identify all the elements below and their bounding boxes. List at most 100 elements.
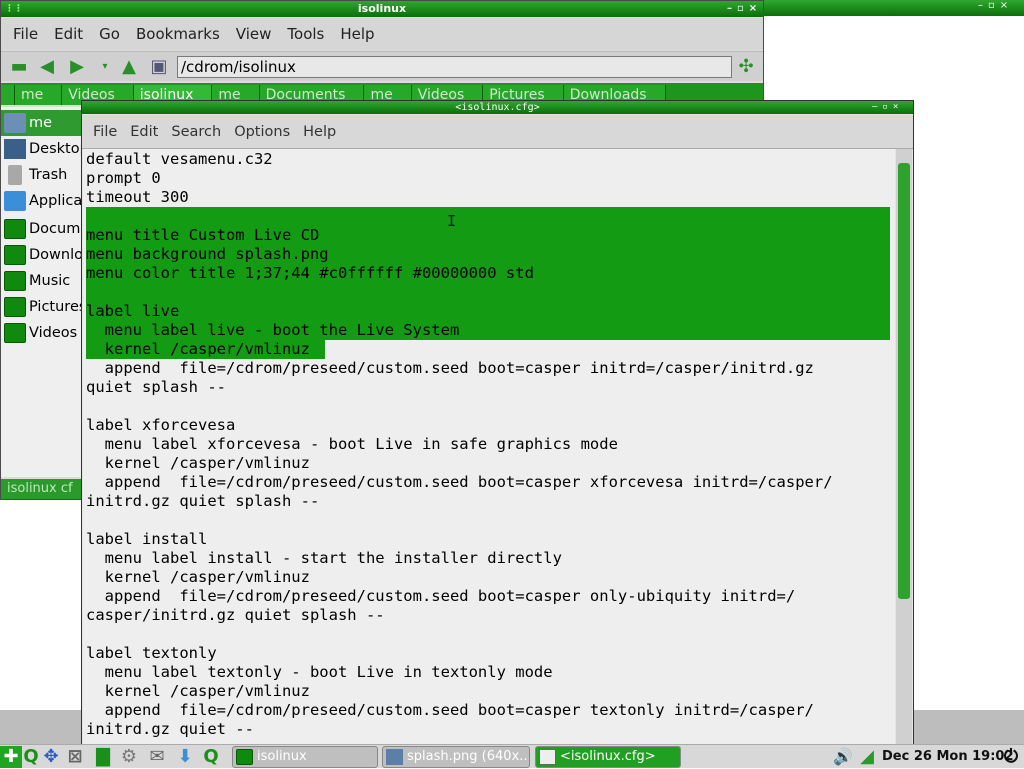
text-line: append file=/cdrom/preseed/custom.seed b… — [86, 473, 833, 491]
new-tab-icon[interactable]: ▬ — [9, 57, 29, 77]
tab-scroll-left-icon[interactable] — [1, 85, 15, 105]
folder-icon — [4, 245, 26, 265]
folder-icon — [4, 323, 26, 343]
up-arrow-icon[interactable]: ▲ — [119, 57, 139, 77]
text-editor-window: <isolinux.cfg> –▫× File Edit Search Opti… — [81, 100, 914, 748]
image-icon — [386, 749, 403, 765]
text-line: menu label textonly - boot Live in texto… — [86, 663, 553, 681]
text-line: menu color title 1;37;44 #c0ffffff #0000… — [86, 264, 534, 282]
menu-help[interactable]: Help — [340, 25, 374, 43]
sidebar-item-music[interactable]: Music — [1, 268, 83, 294]
go-icon[interactable]: ✣ — [736, 57, 756, 77]
quick-launch-q2-icon[interactable]: Q — [200, 746, 222, 768]
editor-menu-help[interactable]: Help — [303, 124, 336, 140]
task-splash-png[interactable]: splash.png (640x... — [382, 746, 530, 768]
text-line: prompt 0 — [86, 169, 161, 187]
text-line: append file=/cdrom/preseed/custom.seed b… — [86, 359, 814, 377]
fm-toolbar: ▬ ◀ ▶ ▾ ▲ ▣ /cdrom/isolinux ✣ — [1, 51, 763, 81]
sidebar-item-label: Music — [29, 273, 71, 289]
task-label: isolinux — [257, 749, 307, 764]
applications-icon — [4, 191, 26, 211]
fm-menubar: File Edit Go Bookmarks View Tools Help — [1, 18, 763, 50]
network-status-icon[interactable]: ◢ — [856, 746, 878, 768]
show-desktop-icon[interactable]: ⊠ — [64, 746, 86, 768]
dropdown-icon[interactable]: ▾ — [95, 57, 115, 77]
quick-launch-q-icon[interactable]: Q — [20, 746, 42, 768]
power-icon[interactable]: ⏻ — [1000, 746, 1022, 768]
forward-arrow-icon[interactable]: ▶ — [67, 57, 87, 77]
download-icon[interactable]: ⬇ — [174, 746, 196, 768]
sidebar-item-label: Trash — [29, 167, 68, 183]
text-line: append file=/cdrom/preseed/custom.seed b… — [86, 701, 814, 719]
background-window-titlebar[interactable]: –▫× — [764, 0, 1024, 16]
volume-icon[interactable]: 🔊 — [832, 746, 854, 768]
text-line: label install — [86, 530, 208, 548]
text-line: kernel /casper/vmlinuz — [86, 568, 310, 586]
menu-edit[interactable]: Edit — [54, 25, 83, 43]
text-editor-icon — [539, 749, 556, 765]
sidebar-item-me[interactable]: me — [1, 110, 83, 136]
editor-menu-options[interactable]: Options — [234, 124, 290, 140]
text-line: label textonly — [86, 644, 217, 662]
menu-go[interactable]: Go — [99, 25, 120, 43]
folder-icon — [4, 271, 26, 291]
editor-menu-search[interactable]: Search — [171, 124, 221, 140]
editor-menubar: File Edit Search Options Help — [82, 115, 913, 149]
sidebar-item-videos[interactable]: Videos — [1, 320, 83, 346]
menu-file[interactable]: File — [13, 25, 38, 43]
text-line: menu background splash.png — [86, 245, 329, 263]
sidebar-item-label: me — [29, 115, 53, 131]
editor-scrollbar[interactable] — [896, 149, 912, 747]
location-bar[interactable]: /cdrom/isolinux — [177, 56, 732, 78]
scrollbar-thumb[interactable] — [898, 163, 910, 599]
editor-menu-edit[interactable]: Edit — [130, 124, 158, 140]
sidebar-item-applications[interactable]: Applications — [1, 188, 83, 214]
sidebar-item-label: Documents — [29, 221, 83, 237]
back-arrow-icon[interactable]: ◀ — [37, 57, 57, 77]
network-icon[interactable]: ✉ — [146, 746, 168, 768]
task-label: <isolinux.cfg> — [560, 749, 656, 764]
fm-statusbar: isolinux cf — [1, 479, 83, 499]
text-line: casper/initrd.gz quiet splash -- — [86, 606, 385, 624]
sidebar-item-documents[interactable]: Documents — [1, 216, 83, 242]
desktop-icon — [4, 139, 26, 159]
text-line: default vesamenu.c32 — [86, 150, 273, 168]
editor-menu-file[interactable]: File — [93, 124, 117, 140]
window-controls[interactable]: –▫× — [727, 1, 762, 17]
editor-titlebar[interactable]: <isolinux.cfg> –▫× — [82, 101, 913, 114]
text-line: timeout 300 — [86, 188, 189, 206]
sidebar-item-label: Pictures — [29, 299, 83, 315]
start-menu-icon[interactable]: ✚ — [0, 746, 22, 768]
window-menu-icon[interactable]: ⋮⋮ — [5, 1, 23, 17]
settings-icon[interactable]: ⚙ — [118, 746, 140, 768]
background-window-controls[interactable]: –▫× — [978, 0, 1013, 11]
sidebar-item-pictures[interactable]: Pictures — [1, 294, 83, 320]
task-isolinux-cfg[interactable]: <isolinux.cfg> — [535, 746, 681, 768]
home-icon — [4, 113, 26, 133]
sidebar-item-desktop[interactable]: Desktop — [1, 136, 83, 162]
quick-launch-arrows-icon[interactable]: ✥ — [40, 746, 62, 768]
sidebar-item-trash[interactable]: Trash — [1, 162, 83, 188]
task-isolinux[interactable]: isolinux — [232, 746, 378, 768]
text-line: append file=/cdrom/preseed/custom.seed b… — [86, 587, 796, 605]
menu-view[interactable]: View — [236, 25, 272, 43]
text-line: menu title Custom Live CD — [86, 226, 320, 244]
editor-window-controls[interactable]: –▫× — [872, 101, 903, 114]
menu-tools[interactable]: Tools — [287, 25, 324, 43]
text-line: kernel /casper/vmlinuz — [86, 682, 310, 700]
text-line: kernel /casper/vmlinuz — [86, 454, 310, 472]
text-line: label live — [86, 302, 180, 320]
sidebar-item-downloads[interactable]: Downloads — [1, 242, 83, 268]
tab-me[interactable]: me — [15, 85, 63, 105]
file-manager-titlebar[interactable]: ⋮⋮ isolinux –▫× — [1, 1, 763, 17]
text-line: quiet splash -- — [86, 378, 226, 396]
sidebar-item-label: Downloads — [29, 247, 83, 263]
folder-icon — [236, 749, 253, 765]
task-label: splash.png (640x... — [407, 749, 530, 764]
drive-icon[interactable]: ▣ — [149, 57, 169, 77]
menu-bookmarks[interactable]: Bookmarks — [136, 25, 220, 43]
editor-text-area[interactable]: default vesamenu.c32 prompt 0 timeout 300 m… — [83, 149, 895, 747]
text-line: menu label live - boot the Live System — [86, 321, 460, 339]
file-manager-icon[interactable]: ▇ — [92, 746, 114, 768]
clock[interactable]: Dec 26 Mon 19:02 — [882, 745, 1014, 769]
